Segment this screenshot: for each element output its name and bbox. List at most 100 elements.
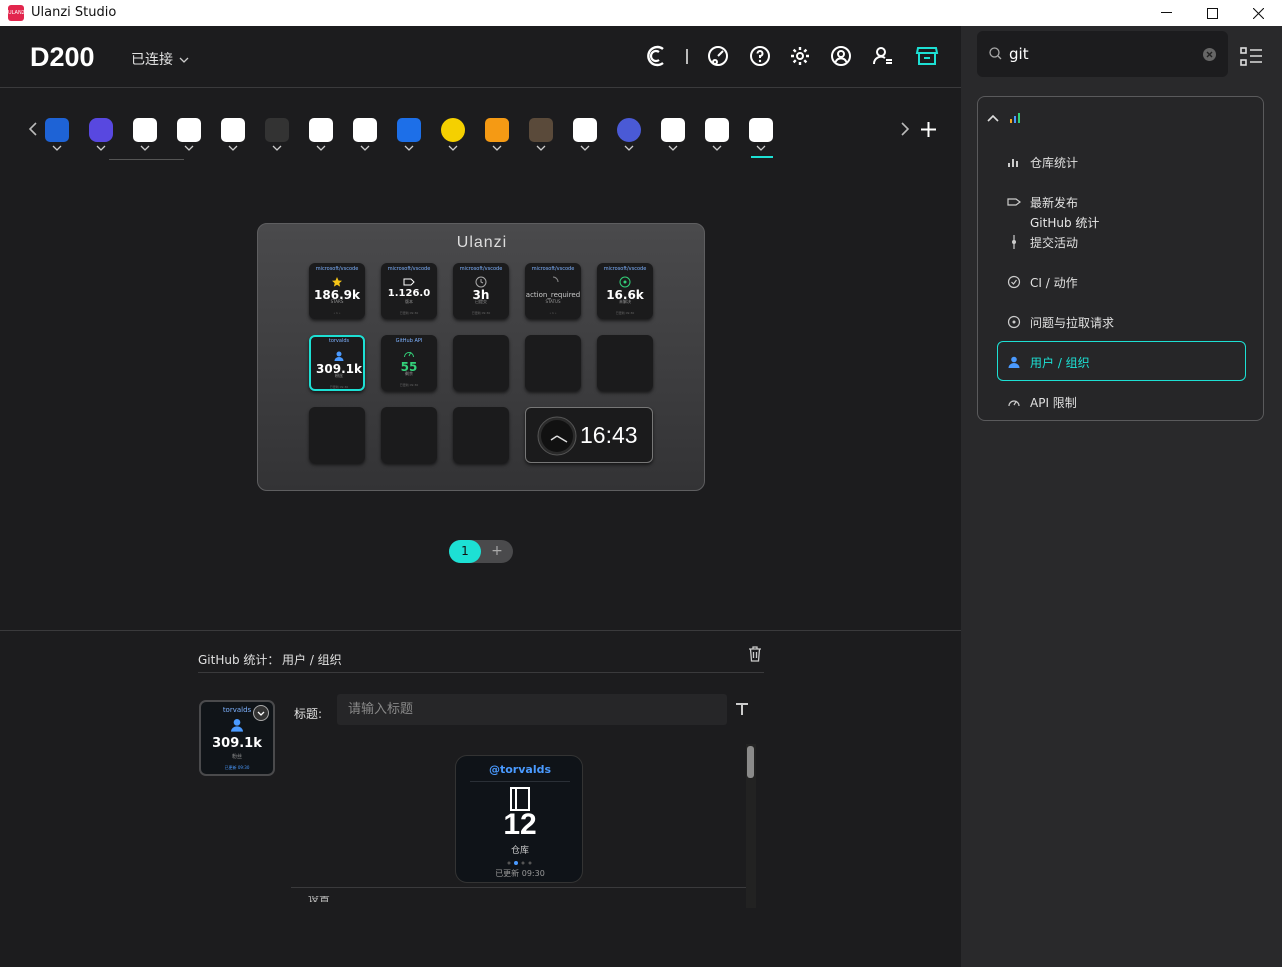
maximize-button[interactable] [1189,0,1235,26]
device-key-stars[interactable]: microsoft/vscode 186.9k STARS • 1 • [309,263,365,319]
user-icon [231,719,243,732]
connection-status-dropdown[interactable]: 已连接 [131,49,189,69]
device-key-commit[interactable]: microsoft/vscode 3h 已提交 已更新 09:30 [453,263,509,319]
clear-search-icon[interactable] [1203,48,1216,61]
chevron-down-icon[interactable] [184,145,194,152]
add-page-button[interactable]: + [481,540,513,563]
chevron-down-icon[interactable] [536,145,546,152]
device-key-clock[interactable]: 16:43 [525,407,653,463]
preview-value: 309.1k [212,736,262,751]
profile-word-icon[interactable] [397,118,421,142]
chevron-down-icon[interactable] [668,145,678,152]
page-1-button[interactable]: 1 [449,540,481,563]
profile-grid-icon[interactable] [573,118,597,142]
key-foot: • 1 • [549,311,557,315]
chevron-down-icon[interactable] [316,145,326,152]
trash-icon[interactable] [748,646,762,662]
key-repo: microsoft/vscode [387,266,431,272]
device-key-ci[interactable]: microsoft/vscode action_required STATUS … [525,263,581,319]
chevron-down-icon[interactable] [52,145,62,152]
profile-grid-icon[interactable] [749,118,773,142]
key-sub: 版本 [405,299,413,304]
profile-grid-icon[interactable] [309,118,333,142]
list-view-icon[interactable] [1240,47,1263,67]
device-key-issues[interactable]: microsoft/vscode 16.6k 未解决 已更新 09:30 [597,263,653,319]
issue-icon [619,276,631,288]
device-key-empty[interactable] [453,335,509,391]
tag-icon [1007,198,1021,206]
big-preview-foot: 已更新 09:30 [495,869,545,878]
big-preview-divider [470,781,570,782]
profile-settings-app-icon[interactable] [221,118,245,142]
key-sub: 粉丝 [335,373,343,378]
profile-game-icon[interactable] [529,118,553,142]
spinner-icon [552,276,559,283]
sidebar-action-label: 问题与拉取请求 [1030,316,1115,330]
chevron-down-icon[interactable] [492,145,502,152]
device-key-api[interactable]: GitHub API 55 剩余 已更新 09:30 [381,335,437,391]
scrollbar-thumb[interactable] [747,746,754,778]
palette-icon[interactable] [706,44,730,68]
device-key-empty[interactable] [381,407,437,463]
user-manage-icon[interactable] [871,44,895,68]
gear-icon[interactable] [788,44,812,68]
window-titlebar: ULANZI Ulanzi Studio [0,0,1282,26]
divider [291,887,747,888]
profile-stocks-icon[interactable] [265,118,289,142]
text-format-icon[interactable] [734,701,750,717]
close-window-button[interactable] [1235,0,1281,26]
chevron-down-icon[interactable] [272,145,282,152]
device-key-empty[interactable] [309,407,365,463]
clipped-section-text: 设置 [308,896,330,902]
device-key-empty[interactable] [597,335,653,391]
chevron-down-icon[interactable] [253,705,269,721]
profile-grid-icon[interactable] [353,118,377,142]
profile-capcut-icon[interactable] [177,118,201,142]
key-value: action_required [525,291,581,299]
device-key-user-selected[interactable]: torvalds 309.1k 粉丝 已更新 09:30 [309,335,365,391]
action-editor: GitHub 统计： 用户 / 组织 torvalds 309.1k 粉丝 已更… [0,630,961,967]
action-preview-key[interactable]: torvalds 309.1k 粉丝 已更新 09:30 [199,700,275,776]
profile-terminal-icon[interactable] [617,118,641,142]
chevron-down-icon[interactable] [580,145,590,152]
key-foot: • 1 • [333,311,341,315]
chevron-down-icon[interactable] [228,145,238,152]
chevron-down-icon[interactable] [756,145,766,152]
profile-grid-icon[interactable] [705,118,729,142]
chevron-down-icon[interactable] [712,145,722,152]
minimize-button[interactable] [1143,0,1189,26]
search-input[interactable] [1009,44,1189,64]
tag-icon [403,278,415,286]
scroll-right-arrow-icon[interactable] [900,122,910,136]
chevron-down-icon[interactable] [448,145,458,152]
divider [198,672,764,673]
search-box [977,31,1228,77]
chevron-up-icon[interactable] [987,114,999,122]
chevron-down-icon[interactable] [624,145,634,152]
key-sub: 未解决 [619,299,631,304]
device-key-release[interactable]: microsoft/vscode 1.126.0 版本 已更新 09:30 [381,263,437,319]
profile-cat-app-icon[interactable] [485,118,509,142]
store-icon[interactable] [915,44,939,68]
chevron-down-icon[interactable] [404,145,414,152]
profile-music-icon[interactable] [441,118,465,142]
profile-grid-icon[interactable] [133,118,157,142]
device-key-empty[interactable] [453,407,509,463]
chevron-down-icon[interactable] [360,145,370,152]
profile-app-gamepad-icon[interactable] [89,118,113,142]
device-key-empty[interactable] [525,335,581,391]
chevron-down-icon[interactable] [140,145,150,152]
help-icon[interactable] [748,44,772,68]
search-icon [989,47,1002,60]
profile-openai-icon[interactable] [661,118,685,142]
device-frame: Ulanzi microsoft/vscode 186.9k STARS • 1… [257,223,705,491]
account-icon[interactable] [829,44,853,68]
group-title[interactable]: GitHub 统计 [1030,214,1099,231]
ulanzi-logo-icon[interactable] [644,44,668,68]
title-input[interactable] [337,694,727,725]
scroll-left-arrow-icon[interactable] [28,122,38,136]
chevron-down-icon[interactable] [96,145,106,152]
add-profile-icon[interactable] [921,122,936,137]
profile-app-robot-icon[interactable] [45,118,69,142]
app-logo-icon: ULANZI [8,5,27,21]
